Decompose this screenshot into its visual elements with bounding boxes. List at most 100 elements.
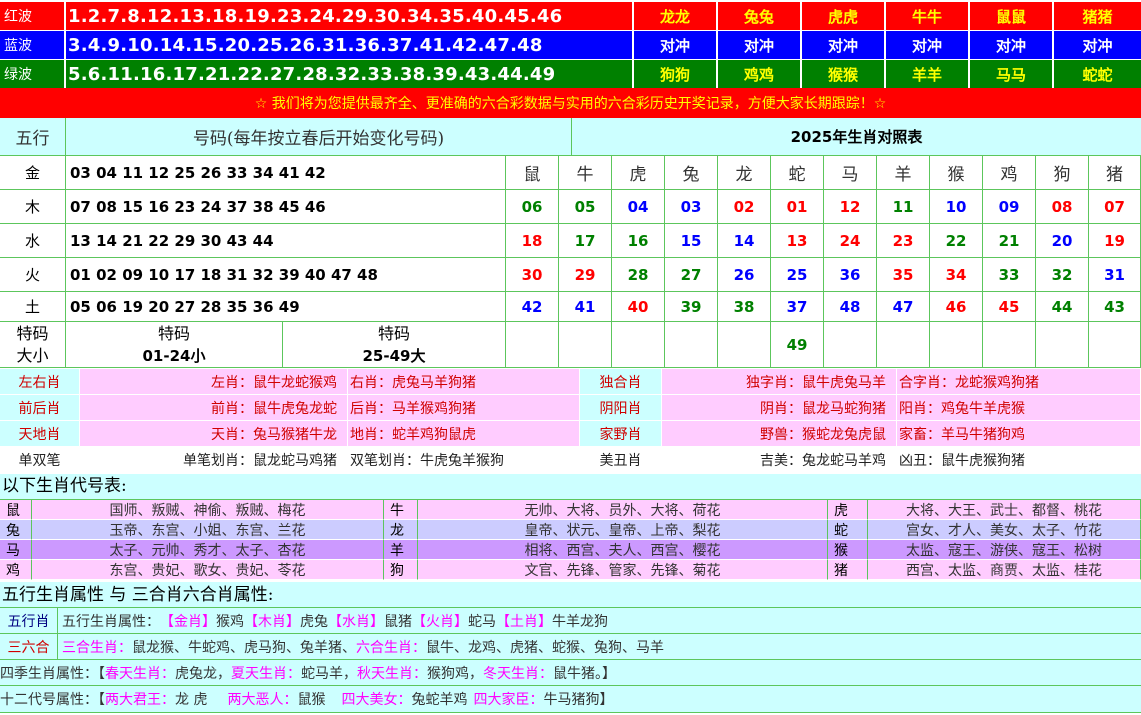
blue-wave-zodiac: 对冲 (718, 31, 802, 59)
twelve-key: 两大君王： (105, 692, 175, 708)
code-titles: 文官、先锋、管家、先锋、菊花 (418, 560, 828, 580)
blue-wave-zodiac: 对冲 (634, 31, 718, 59)
liuhe-key: 六合生肖： (356, 639, 426, 656)
season-key: 冬天生肖： (483, 665, 553, 682)
wuxing-value: 牛羊龙狗 (552, 613, 608, 630)
code-titles: 太监、寇王、游侠、寇王、松树 (868, 540, 1141, 560)
sanhe-row-label: 三六合 (0, 634, 58, 659)
season-value: 蛇马羊， (301, 665, 357, 682)
attr-cell: 左肖：鼠牛龙蛇猴鸡 (80, 369, 348, 395)
element-numbers: 07 08 15 16 23 24 37 38 45 46 (66, 190, 506, 224)
attr-cell: 单双笔 (0, 447, 80, 473)
zodiac-number (506, 322, 559, 368)
attr-cell: 野兽：猴蛇龙兔虎鼠 (662, 421, 897, 447)
tema-label-line1: 特码 (16, 324, 49, 343)
zodiac-number: 11 (877, 190, 930, 224)
code-zodiac: 猴 (828, 540, 868, 560)
zodiac-number: 09 (983, 190, 1036, 224)
attr-cell: 合字肖：龙蛇猴鸡狗猪 (897, 369, 1141, 395)
twelve-key: 四大美女： (341, 692, 412, 708)
element-name: 金 (0, 156, 66, 190)
zodiac-number: 21 (983, 224, 1036, 258)
zodiac-number: 05 (559, 190, 612, 224)
attr-cell: 后肖：马羊猴鸡狗猪 (348, 395, 580, 421)
zodiac-header: 鼠 (506, 156, 559, 190)
zodiac-header: 蛇 (771, 156, 824, 190)
season-row: 四季生肖属性：【 春天生肖： 虎兔龙， 夏天生肖： 蛇马羊， 秋天生肖： 猴狗鸡， 冬天生肖：… (0, 660, 1141, 686)
zodiac-number: 12 (824, 190, 877, 224)
code-zodiac: 牛 (384, 500, 418, 520)
attr-cell: 吉美：兔龙蛇马羊鸡 (662, 447, 897, 473)
wuxing-prefix: 五行生肖属性： (62, 613, 160, 630)
blue-wave-zodiac: 对冲 (802, 31, 886, 59)
zodiac-header: 兔 (665, 156, 718, 190)
zodiac-number: 07 (1089, 190, 1141, 224)
attr-cell: 阴阳肖 (580, 395, 662, 421)
code-title: 以下生肖代号表: (0, 474, 1141, 500)
code-zodiac: 鼠 (0, 500, 32, 520)
season-value: 猴狗鸡， (427, 665, 483, 682)
tema-small-title: 特码 (157, 324, 190, 343)
attr-cell: 单笔划肖：鼠龙蛇马鸡猪 (80, 447, 348, 473)
code-zodiac: 虎 (828, 500, 868, 520)
info-banner: ☆ 我们将为您提供最齐全、更准确的六合彩数据与实用的六合彩历史开奖记录，方便大家… (0, 88, 1141, 118)
zodiac-number: 25 (771, 258, 824, 292)
code-zodiac: 鸡 (0, 560, 32, 580)
sanhe-row-content: 三合生肖： 鼠龙猴、牛蛇鸡、虎马狗、兔羊猪、 六合生肖： 鼠牛、龙鸡、虎猪、蛇猴、兔狗… (62, 634, 1132, 659)
zodiac-number: 01 (771, 190, 824, 224)
zodiac-number (983, 322, 1036, 368)
season-key: 夏天生肖： (231, 665, 301, 682)
zodiac-number: 23 (877, 224, 930, 258)
zodiac-number: 49 (771, 322, 824, 368)
attr-cell: 美丑肖 (580, 447, 662, 473)
zodiac-number (824, 322, 877, 368)
wuxing-key: 【水肖】 (328, 613, 384, 630)
code-titles: 西宫、太监、商贾、太监、桂花 (868, 560, 1141, 580)
code-zodiac: 马 (0, 540, 32, 560)
code-titles: 玉帝、东宫、小姐、东宫、兰花 (32, 520, 384, 540)
season-value: 鼠牛猪。】 (553, 665, 616, 682)
wuxing-key: 【金肖】 (160, 613, 216, 630)
zodiac-number (1036, 322, 1089, 368)
sanhe-key: 三合生肖： (62, 639, 132, 656)
attr-cell: 地肖：蛇羊鸡狗鼠虎 (348, 421, 580, 447)
zodiac-number (877, 322, 930, 368)
number-header: 号码(每年按立春后开始变化号码) (66, 118, 572, 155)
zodiac-number: 26 (718, 258, 771, 292)
code-titles: 国师、叛贼、神偷、叛贼、梅花 (32, 500, 384, 520)
twelve-key: 两大恶人： (227, 692, 298, 708)
zodiac-number: 34 (930, 258, 983, 292)
blue-wave-label: 蓝波 (0, 31, 66, 59)
zodiac-number: 39 (665, 292, 718, 322)
code-titles: 太子、元帅、秀才、太子、杏花 (32, 540, 384, 560)
zodiac-header: 羊 (877, 156, 930, 190)
zodiac-header: 猴 (930, 156, 983, 190)
zodiac-number: 16 (612, 224, 665, 258)
zodiac-number: 40 (612, 292, 665, 322)
green-wave-row: 绿波 5.6.11.16.17.21.22.27.28.32.33.38.39.… (0, 60, 1141, 89)
zodiac-number: 20 (1036, 224, 1089, 258)
attr-cell: 独合肖 (580, 369, 662, 395)
zodiac-number: 04 (612, 190, 665, 224)
tema-label-line2: 大小 (16, 346, 49, 365)
zodiac-number: 06 (506, 190, 559, 224)
zodiac-number: 29 (559, 258, 612, 292)
red-wave-zodiac: 猪猪 (1082, 7, 1113, 26)
zodiac-header: 鸡 (983, 156, 1036, 190)
zodiac-header: 狗 (1036, 156, 1089, 190)
zodiac-header: 猪 (1089, 156, 1141, 190)
zodiac-number: 10 (930, 190, 983, 224)
element-name: 火 (0, 258, 66, 292)
zodiac-number (718, 322, 771, 368)
red-wave-zodiac: 龙龙 (634, 2, 718, 30)
wuxing-key: 【火肖】 (412, 613, 468, 630)
green-wave-zodiac: 猴猴 (802, 60, 886, 88)
zodiac-number: 14 (718, 224, 771, 258)
code-zodiac: 狗 (384, 560, 418, 580)
zodiac-number (559, 322, 612, 368)
wuxing-header: 五行 (0, 118, 66, 155)
attr-cell: 家野肖 (580, 421, 662, 447)
code-titles: 相将、西宫、夫人、西宫、樱花 (418, 540, 828, 560)
code-zodiac: 兔 (0, 520, 32, 540)
blue-wave-numbers: 3.4.9.10.14.15.20.25.26.31.36.37.41.42.4… (66, 31, 634, 59)
